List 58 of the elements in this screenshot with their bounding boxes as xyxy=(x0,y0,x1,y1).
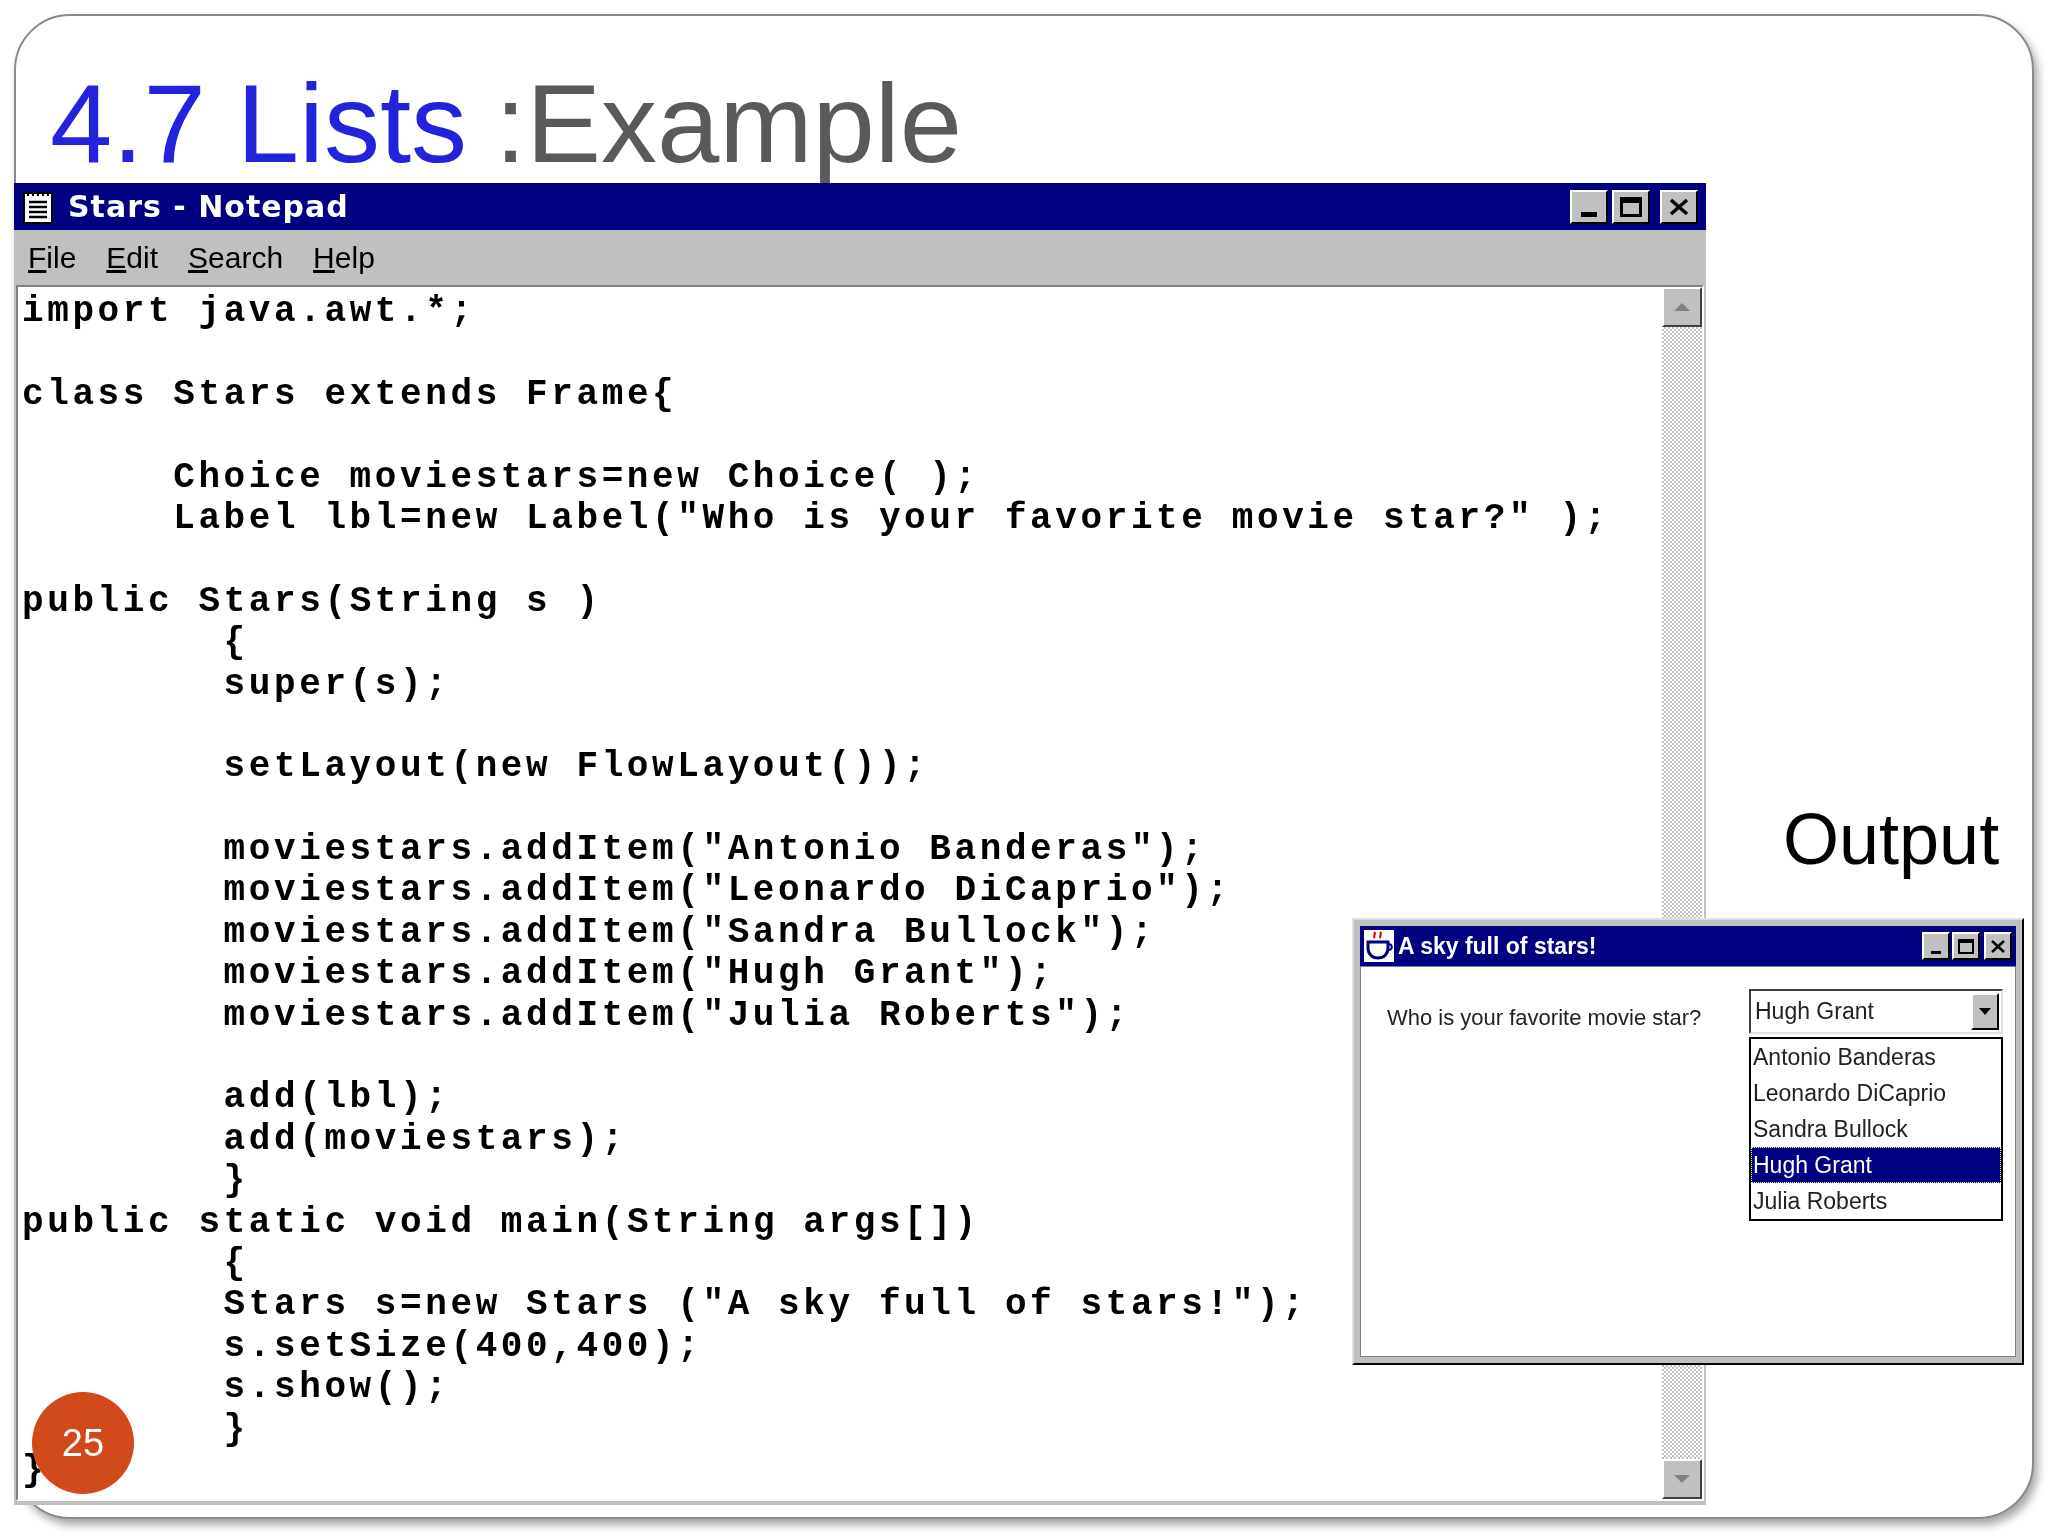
option-item[interactable]: Sandra Bullock xyxy=(1751,1111,2001,1147)
question-label: Who is your favorite movie star? xyxy=(1387,1004,1702,1032)
code-line: add(moviestars); xyxy=(223,1118,627,1161)
output-caption: Output xyxy=(1783,800,2000,880)
code-line: moviestars.addItem("Antonio Banderas"); xyxy=(223,829,1207,871)
maximize-button[interactable] xyxy=(1612,189,1650,224)
scroll-down-button[interactable] xyxy=(1662,1459,1702,1499)
menu-item[interactable]: File xyxy=(26,235,79,280)
code-line: moviestars.addItem("Julia Roberts"); xyxy=(223,994,1131,1037)
minimize-button[interactable] xyxy=(1570,189,1608,224)
code-line: s.show(); xyxy=(223,1367,451,1409)
menu-item[interactable]: Search xyxy=(186,235,286,280)
code-line: } xyxy=(223,1408,249,1450)
code-line: moviestars.addItem("Leonardo DiCaprio"); xyxy=(223,870,1232,912)
minimize-icon xyxy=(1931,951,1941,954)
slide-title: 4.7 Lists :Example xyxy=(50,62,962,186)
code-line: Stars s=new Stars ("A sky full of stars!"); xyxy=(223,1284,1308,1326)
code-line: import java.awt.*; xyxy=(22,291,476,333)
maximize-icon xyxy=(1958,938,1974,954)
code-line: Label lbl=new Label("Who is your favorite movie star?" ); xyxy=(173,497,1610,540)
maximize-icon xyxy=(1620,196,1642,217)
option-item[interactable]: Hugh Grant xyxy=(1751,1147,2001,1183)
window-title: A sky full of stars! xyxy=(1398,931,1597,961)
close-button[interactable] xyxy=(1984,932,2012,960)
scroll-up-button[interactable] xyxy=(1662,287,1702,327)
code-line: Choice moviestars=new Choice( ); xyxy=(173,456,980,498)
choice-dropdown[interactable]: Hugh Grant xyxy=(1749,989,2003,1034)
code-line: moviestars.addItem("Sandra Bullock"); xyxy=(223,911,1157,954)
window-title: Stars - Notepad xyxy=(68,188,349,226)
option-item[interactable]: Antonio Banderas xyxy=(1751,1039,2001,1075)
code-line: public Stars(String s ) xyxy=(22,580,602,623)
close-icon xyxy=(1991,939,2005,953)
code-line: moviestars.addItem("Hugh Grant"); xyxy=(223,953,1056,995)
java-cup-icon xyxy=(1364,930,1394,962)
dropdown-button[interactable] xyxy=(1971,993,1999,1030)
code-line: super(s); xyxy=(223,663,451,705)
code-line: s.setSize(400,400); xyxy=(223,1325,703,1368)
down-arrow-icon xyxy=(1674,1475,1690,1483)
code-line: { xyxy=(223,1243,249,1285)
caret-icon xyxy=(1979,1008,1991,1015)
minimize-button[interactable] xyxy=(1922,932,1950,960)
code-line: setLayout(new FlowLayout()); xyxy=(223,746,930,788)
code-line: { xyxy=(223,622,249,664)
option-item[interactable]: Leonardo DiCaprio xyxy=(1751,1075,2001,1111)
up-arrow-icon xyxy=(1674,303,1690,311)
menu-item[interactable]: Help xyxy=(311,235,377,280)
close-icon xyxy=(1669,197,1689,216)
maximize-button[interactable] xyxy=(1952,932,1980,960)
choice-value: Hugh Grant xyxy=(1755,997,1875,1027)
code-line: public static void main(String args[]) xyxy=(22,1201,980,1243)
code-line: class Stars extends Frame{ xyxy=(22,373,678,416)
notepad-icon xyxy=(22,189,54,224)
option-item[interactable]: Julia Roberts xyxy=(1751,1183,2001,1219)
minimize-icon xyxy=(1581,211,1597,217)
code-line: } xyxy=(223,1160,249,1202)
close-button[interactable] xyxy=(1660,189,1698,224)
code-line: add(lbl); xyxy=(223,1077,451,1119)
menu-item[interactable]: Edit xyxy=(104,235,161,280)
